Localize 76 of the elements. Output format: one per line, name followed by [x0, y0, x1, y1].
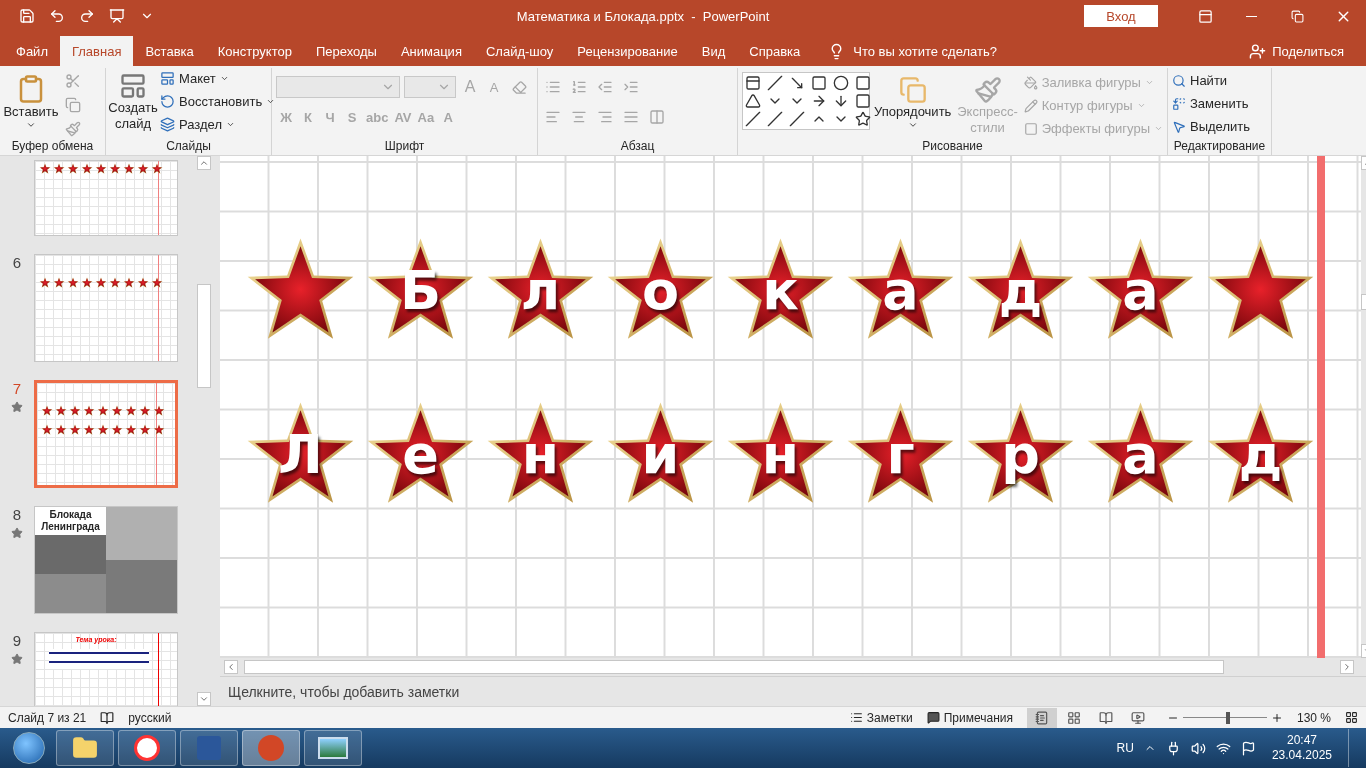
zoom-level[interactable]: 130 % [1296, 710, 1331, 725]
star-letter: д [998, 264, 1043, 319]
ribbon-tab[interactable]: Справка [737, 36, 813, 66]
search-prompt[interactable]: Что вы хотите сделать? [853, 43, 997, 59]
language-indicator[interactable]: русский [128, 710, 172, 725]
new-slide-button[interactable]: Создать слайд [110, 68, 156, 132]
slide-number: 6 [12, 254, 22, 271]
command-label: Восстановить [179, 94, 263, 109]
ribbon-command[interactable]: Найти [1172, 70, 1250, 91]
ribbon-tab[interactable]: Вставка [133, 36, 206, 66]
ribbon-command[interactable]: Заменить [1172, 93, 1250, 114]
ribbon-tab[interactable]: Слайд-шоу [473, 36, 566, 66]
notes-label: Заметки [866, 710, 913, 725]
ribbon-tab[interactable]: Главная [59, 36, 134, 66]
star-letter: а [1122, 264, 1159, 319]
star-letter: р [1001, 428, 1040, 483]
star-letter: е [402, 428, 439, 483]
command-label: Найти [1190, 73, 1228, 88]
command-label: Эффекты фигуры [1041, 121, 1150, 136]
star-letter: Б [399, 264, 442, 319]
slide-thumbnail[interactable]: Блокада Ленинграда [34, 506, 178, 614]
ribbon-tab[interactable]: Конструктор [205, 36, 304, 66]
slide-counter: Слайд 7 из 21 [8, 710, 87, 725]
star-letter: л [520, 264, 561, 319]
sign-in-button[interactable]: Вход [1084, 5, 1158, 27]
ribbon-tab[interactable]: Переходы [303, 36, 389, 66]
paste-label: Вставить [3, 104, 59, 120]
notes-button[interactable]: Заметки [849, 710, 913, 725]
quick-styles-label: Экспресс-стили [956, 104, 1019, 136]
clock-date: 23.04.2025 [1271, 748, 1332, 763]
slide-number: 8 [12, 506, 22, 523]
arrange-button[interactable]: Упорядочить [874, 72, 952, 130]
star-letter: д [1238, 428, 1283, 483]
command-label: Раздел [179, 117, 222, 132]
command-label: Макет [179, 71, 216, 86]
star-letter: г [886, 428, 915, 483]
ribbon-tab[interactable]: Файл [4, 36, 60, 66]
star-letter: н [761, 428, 800, 483]
keyboard-language[interactable]: RU [1116, 741, 1134, 755]
paste-button[interactable]: Вставить [4, 68, 58, 130]
star-letter: о [641, 264, 680, 319]
star-letter: а [1122, 428, 1159, 483]
group-label: Буфер обмена [11, 138, 94, 155]
ribbon-tab[interactable]: Вид [689, 36, 738, 66]
command-label: Контур фигуры [1041, 98, 1133, 113]
group-label: Редактирование [1173, 138, 1266, 155]
ribbon-command[interactable]: Выделить [1172, 116, 1250, 137]
slide-title: Блокада Ленинграда [35, 507, 106, 535]
command-label: Заливка фигуры [1041, 75, 1141, 90]
comments-label: Примечания [943, 710, 1013, 725]
arrange-label: Упорядочить [874, 104, 952, 120]
clock-time: 20:47 [1286, 733, 1317, 748]
star-letter: а [882, 264, 919, 319]
window-title: Математика и Блокада.pptx - PowerPoint [515, 8, 771, 24]
group-label: Абзац [620, 138, 655, 155]
group-label: Рисование [922, 138, 983, 155]
command-label: Выделить [1190, 119, 1250, 134]
group-label: Слайды [166, 138, 211, 155]
slide-number: 9 [12, 632, 22, 649]
ribbon-tab[interactable]: Анимация [388, 36, 474, 66]
comments-button[interactable]: Примечания [926, 710, 1013, 725]
star-letter: н [521, 428, 560, 483]
slide-number: 7 [12, 380, 22, 397]
clock[interactable]: 20:47 23.04.2025 [1265, 733, 1338, 763]
ribbon-command[interactable]: Раздел [160, 114, 276, 135]
share-button[interactable]: Поделиться [1249, 36, 1366, 66]
ribbon-command[interactable]: Макет [160, 68, 276, 89]
ribbon-tab[interactable]: Рецензирование [565, 36, 690, 66]
ribbon-command[interactable]: Восстановить [160, 91, 276, 112]
star-letter: к [762, 264, 799, 319]
new-slide-label: Создать слайд [108, 100, 158, 132]
group-label: Шрифт [384, 138, 425, 155]
star-letter: Л [278, 428, 323, 483]
star-letter: и [641, 428, 680, 483]
command-label: Заменить [1190, 96, 1249, 111]
share-label: Поделиться [1272, 43, 1344, 59]
